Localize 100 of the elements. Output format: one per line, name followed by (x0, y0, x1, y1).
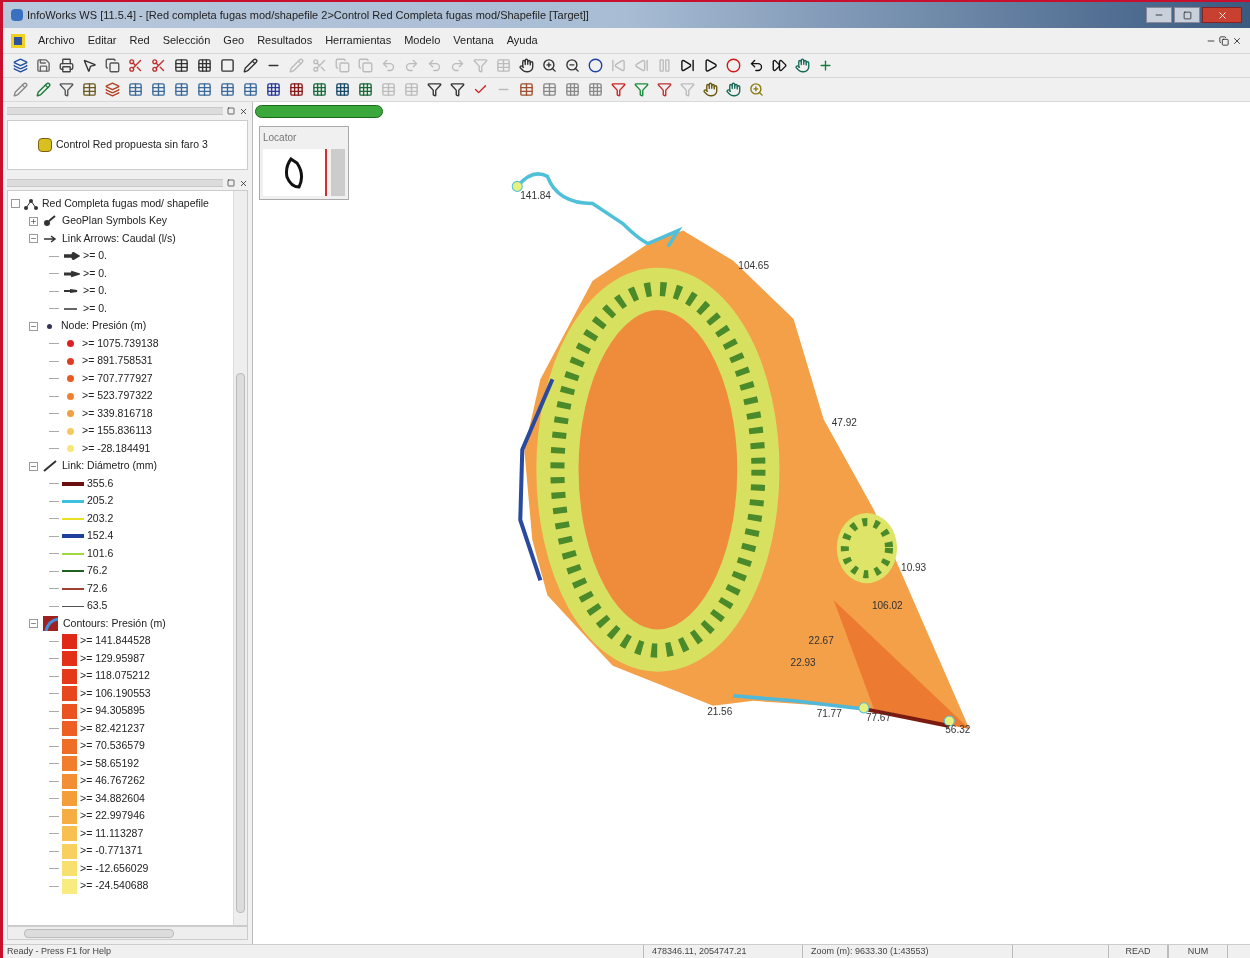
record-icon[interactable] (724, 56, 742, 75)
map-canvas[interactable]: Locator 141.84 104.65 47.92 10.93 106.02 22.67 22.93 21.56 71.77 77.67 56.32 (253, 102, 1250, 944)
scissors-icon[interactable] (126, 56, 144, 75)
legend-item-label: 76.2 (87, 563, 108, 579)
legend-item-label: >= 58.65192 (80, 755, 139, 771)
legend-item-label: 101.6 (87, 545, 114, 561)
collapse-toggle[interactable] (29, 461, 38, 471)
grid-icon[interactable] (310, 80, 328, 99)
vertical-scrollbar[interactable] (233, 191, 247, 925)
plus-icon (30, 217, 37, 225)
zoom-in-icon[interactable] (540, 56, 558, 75)
app-icon (11, 9, 23, 21)
legend-item-label: >= 34.882604 (80, 790, 145, 806)
network-icon (24, 197, 38, 210)
table-icon[interactable] (80, 80, 98, 99)
status-indicator: NUM (1168, 944, 1228, 958)
square-icon[interactable] (218, 56, 236, 75)
menu-item[interactable]: Editar (87, 32, 117, 49)
menu-item[interactable]: Red (129, 32, 150, 49)
table-icon[interactable] (517, 80, 535, 99)
maximize-icon (1182, 10, 1192, 20)
menu-item[interactable]: Ayuda (506, 32, 538, 49)
zoom-out-icon[interactable] (563, 56, 581, 75)
status-coordinates: 478346.11, 2054747.21 (643, 944, 803, 958)
hand-icon[interactable] (517, 56, 535, 75)
map-label: 47.92 (831, 416, 857, 428)
layers-icon[interactable] (103, 80, 121, 99)
collapse-toggle[interactable] (29, 619, 38, 629)
app-logo-icon (11, 33, 25, 48)
legend-item-label: >= 0. (83, 248, 107, 264)
network-icon (38, 138, 52, 152)
close-icon[interactable] (239, 106, 248, 116)
legend-item-label: >= 155.836113 (82, 423, 152, 439)
menu-item[interactable]: Modelo (404, 32, 441, 49)
menu-item[interactable]: Archivo (38, 32, 75, 49)
restore-icon[interactable] (1219, 35, 1229, 46)
expand-toggle[interactable] (29, 216, 38, 226)
map-label: 77.67 (865, 711, 891, 723)
grid-icon[interactable] (287, 80, 305, 99)
legend-item-label: >= 339.816718 (82, 405, 153, 421)
legend-group-label[interactable]: Node: Presión (m) (61, 318, 147, 335)
tree-item[interactable]: Control Red propuesta sin faro 3 (38, 137, 208, 153)
close-icon[interactable] (1232, 35, 1242, 46)
legend-group-label[interactable]: Link Arrows: Caudal (l/s) (62, 230, 176, 247)
tree-root[interactable]: Red Completa fugas mod/ shapefile (42, 195, 209, 212)
table-icon[interactable] (241, 80, 259, 99)
grid-icon[interactable] (264, 80, 282, 99)
scissors-icon[interactable] (149, 56, 167, 75)
legend-item-label: >= 0. (83, 300, 107, 316)
contour-icon (43, 616, 58, 632)
collapse-toggle[interactable] (29, 234, 38, 244)
close-icon[interactable] (239, 178, 248, 188)
filter-icon[interactable] (57, 80, 75, 99)
tree-toggle[interactable] (11, 199, 20, 209)
legend-item-label: 72.6 (87, 580, 108, 596)
grid-icon[interactable] (195, 56, 213, 75)
table-icon[interactable] (149, 80, 167, 99)
legend-item-label: 152.4 (87, 528, 114, 544)
status-zoom: Zoom (m): 9633.30 (1:43553) (803, 944, 1013, 958)
legend-group-label[interactable]: Contours: Presión (m) (63, 615, 166, 632)
layers-icon[interactable] (11, 56, 29, 75)
map-label: 56.32 (945, 724, 971, 735)
collapse-toggle[interactable] (29, 321, 38, 331)
pin-icon[interactable] (227, 179, 235, 187)
magnifier-icon[interactable] (747, 80, 765, 99)
legend-item-label: >= 11.113287 (80, 825, 144, 841)
horizontal-scrollbar[interactable] (7, 926, 248, 940)
legend-group-label[interactable]: GeoPlan Symbols Key (62, 213, 168, 230)
locator-scrollbar[interactable] (331, 149, 345, 196)
menu-item[interactable]: Selección (162, 32, 211, 49)
close-icon (1216, 9, 1228, 21)
grid-icon[interactable] (356, 80, 374, 99)
pencil-icon[interactable] (34, 80, 52, 99)
legend-item-label: >= 707.777927 (82, 370, 153, 386)
grid-icon[interactable] (333, 80, 351, 99)
table-icon[interactable] (172, 56, 190, 75)
table-icon[interactable] (195, 80, 213, 99)
menu-item[interactable]: Geo (223, 32, 245, 49)
node-icon (47, 323, 52, 329)
legend-item-label: >= 1075.739138 (82, 335, 159, 351)
save-icon[interactable] (34, 56, 52, 75)
table-icon[interactable] (218, 80, 236, 99)
menu-item[interactable]: Resultados (257, 32, 313, 49)
table-icon[interactable] (126, 80, 144, 99)
menu-item[interactable]: Herramientas (325, 32, 392, 49)
legend-item-label: >= 141.844528 (80, 633, 151, 649)
hand-icon[interactable] (793, 56, 811, 75)
legend-group-label[interactable]: Link: Diámetro (mm) (62, 458, 158, 475)
printer-icon[interactable] (57, 56, 75, 75)
map-label: 71.77 (816, 707, 842, 719)
table-icon[interactable] (172, 80, 190, 99)
filter-icon[interactable] (425, 80, 443, 99)
copy-icon[interactable] (103, 56, 121, 75)
menu-item[interactable]: Ventana (453, 32, 494, 49)
pin-icon[interactable] (227, 107, 235, 115)
map-label: 141.84 (520, 190, 551, 202)
filter-icon[interactable] (448, 80, 466, 99)
key-icon (43, 215, 57, 228)
maximize-button[interactable] (1174, 7, 1200, 23)
pencil-icon[interactable] (241, 56, 259, 75)
